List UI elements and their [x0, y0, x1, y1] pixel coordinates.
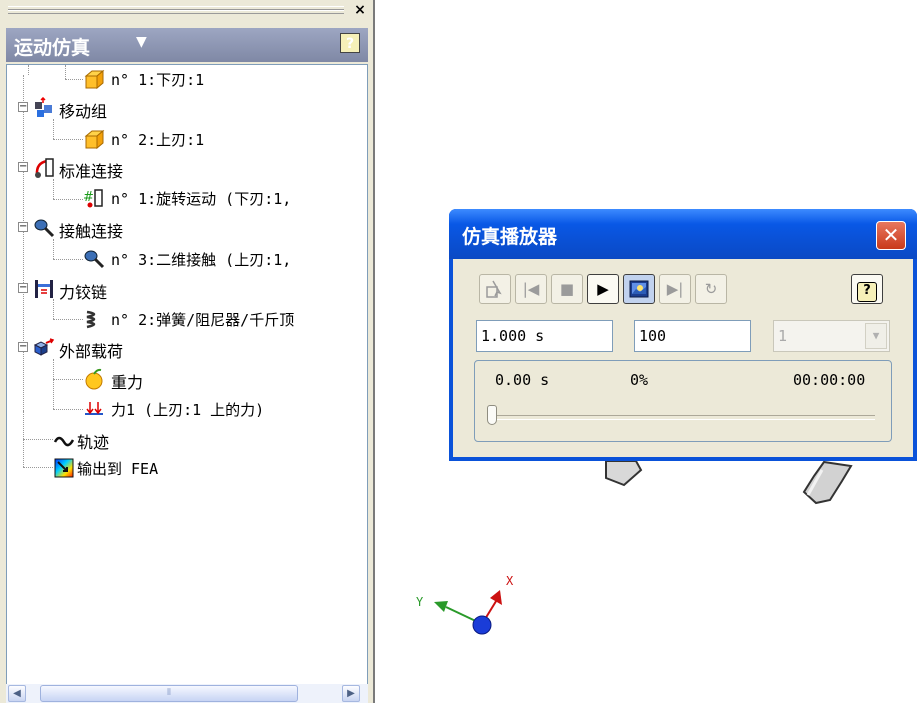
stop-button[interactable]: ■ [551, 274, 583, 304]
tree-item-label: 移动组 [59, 102, 108, 121]
standard-joint-icon [35, 158, 54, 178]
dialog-titlebar[interactable]: 仿真播放器 ✕ [449, 209, 917, 259]
tree-item[interactable]: n° 1:下刃:1 [7, 66, 367, 92]
tree-item[interactable]: − 标准连接 [7, 155, 367, 181]
tree-item[interactable]: − 移动组 [7, 95, 367, 121]
screen-refresh-button[interactable] [623, 274, 655, 304]
tree-item[interactable]: 重力 [7, 366, 367, 392]
percent-readout: 0% [630, 371, 649, 389]
dialog-close-button[interactable]: ✕ [876, 221, 906, 250]
progress-panel: 0.00 s 0% 00:00:00 [474, 360, 892, 442]
moving-group-icon [35, 97, 52, 117]
dialog-body: |◀ ■ ▶ ▶| ↻ ? 1.000 s 100 1 ▼ 0.00 s 0% … [453, 259, 913, 457]
tree-item-label: 标准连接 [59, 162, 124, 181]
tree-item-label: n° 2:弹簧/阻尼器/千斤顶 [111, 311, 295, 329]
scrollbar-thumb[interactable]: ⦀ [40, 685, 298, 702]
help-button[interactable]: ? [340, 33, 360, 53]
browser-tree: n° 1:下刃:1 − 移动组 n° 2:上刃:1 − 标准连接 # n° 1:… [6, 64, 368, 686]
panel-title[interactable]: 运动仿真 [14, 33, 90, 60]
panel-grip[interactable] [8, 4, 344, 14]
contact-joint-icon [34, 219, 55, 238]
tree-item[interactable]: n° 2:上刃:1 [7, 126, 367, 152]
screen-refresh-icon [629, 280, 649, 298]
export-fea-icon [54, 458, 74, 478]
blade-part-right[interactable] [802, 460, 853, 505]
force-joint-icon [35, 280, 53, 298]
chevron-down-icon: ▼ [865, 323, 887, 349]
gravity-apple-icon [85, 368, 103, 390]
tree-item-label: 力1 (上刃:1 上的力) [111, 401, 265, 419]
browser-panel: × 运动仿真 ▼ ? n° 1:下刃:1 − 移动组 n° 2:上刃:1 − 标… [0, 0, 375, 703]
tree-item[interactable]: − 接触连接 [7, 215, 367, 241]
tree-item-label: 轨迹 [77, 433, 110, 452]
stop-icon: ■ [559, 280, 575, 298]
triad-y-label: Y [416, 595, 424, 609]
scroll-right-icon[interactable]: ▶ [342, 685, 360, 702]
step-select[interactable]: 1 ▼ [773, 320, 890, 352]
step-value: 1 [778, 327, 788, 345]
tree-item-label: 力铰链 [59, 283, 108, 302]
tree-item[interactable]: # n° 1:旋转运动 (下刃:1, [7, 185, 367, 211]
tree-item-label: n° 1:下刃:1 [111, 71, 205, 89]
help-icon: ? [857, 282, 877, 302]
collapse-toggle-icon[interactable]: − [18, 222, 28, 232]
tree-item[interactable]: n° 3:二维接触 (上刃:1, [7, 246, 367, 272]
tree-item-label: n° 2:上刃:1 [111, 131, 205, 149]
coordinate-triad: Y X [416, 574, 514, 635]
collapse-toggle-icon[interactable]: − [18, 162, 28, 172]
progress-slider-track[interactable] [489, 415, 875, 420]
blade-part-left[interactable] [605, 460, 643, 487]
tree-item[interactable]: − 外部载荷 [7, 335, 367, 361]
tree-item-label: 重力 [111, 373, 144, 392]
progress-slider-thumb[interactable] [487, 405, 497, 425]
part-cube-icon [84, 69, 105, 90]
tree-item-label: 接触连接 [59, 222, 124, 241]
tree-item-label: n° 1:旋转运动 (下刃:1, [111, 190, 292, 208]
external-load-icon [33, 338, 55, 356]
construct-mode-icon [486, 280, 502, 298]
scroll-left-icon[interactable]: ◀ [8, 685, 26, 702]
spring-icon [86, 310, 96, 329]
replay-button[interactable]: ↻ [695, 274, 727, 304]
rewind-icon: |◀ [522, 280, 540, 298]
time-readout: 0.00 s [495, 371, 550, 389]
collapse-toggle-icon[interactable]: − [18, 102, 28, 112]
play-button[interactable]: ▶ [587, 274, 619, 304]
svg-text:#: # [83, 190, 94, 205]
dialog-help-button[interactable]: ? [851, 274, 883, 304]
part-cube-icon [84, 129, 105, 150]
forward-end-icon: ▶| [666, 280, 684, 298]
end-time-field[interactable]: 1.000 s [476, 320, 613, 352]
panel-close-button[interactable]: × [352, 2, 368, 18]
tree-item[interactable]: 输出到 FEA [7, 455, 367, 481]
tree-item[interactable]: − 力铰链 [7, 276, 367, 302]
replay-icon: ↻ [704, 280, 718, 298]
force-arrow-icon [85, 402, 103, 415]
dialog-title: 仿真播放器 [462, 226, 558, 248]
horizontal-scrollbar[interactable]: ◀ ⦀ ▶ [6, 684, 368, 703]
panel-header: 运动仿真 ▼ ? [6, 28, 368, 62]
collapse-toggle-icon[interactable]: − [18, 283, 28, 293]
tree-item-label: 外部载荷 [59, 342, 124, 361]
images-field[interactable]: 100 [634, 320, 751, 352]
contact-2d-icon [84, 250, 105, 269]
triad-x-label: X [506, 574, 514, 588]
tree-item[interactable]: 力1 (上刃:1 上的力) [7, 396, 367, 422]
tree-item-label: n° 3:二维接触 (上刃:1, [111, 251, 292, 269]
play-icon: ▶ [597, 280, 609, 298]
clock-readout: 00:00:00 [793, 371, 866, 389]
rewind-button[interactable]: |◀ [515, 274, 547, 304]
trajectory-icon [53, 436, 75, 447]
simulation-player-dialog: 仿真播放器 ✕ |◀ ■ ▶ ▶| ↻ ? 1.000 s 100 1 ▼ 0.… [449, 209, 917, 461]
forward-end-button[interactable]: ▶| [659, 274, 691, 304]
caret-down-icon[interactable]: ▼ [136, 34, 147, 50]
construct-mode-button[interactable] [479, 274, 511, 304]
tree-item[interactable]: n° 2:弹簧/阻尼器/千斤顶 [7, 306, 367, 332]
tree-item[interactable]: 轨迹 [7, 426, 367, 452]
revolute-joint-icon: # [83, 189, 103, 208]
tree-item-label: 输出到 FEA [77, 460, 159, 478]
collapse-toggle-icon[interactable]: − [18, 342, 28, 352]
